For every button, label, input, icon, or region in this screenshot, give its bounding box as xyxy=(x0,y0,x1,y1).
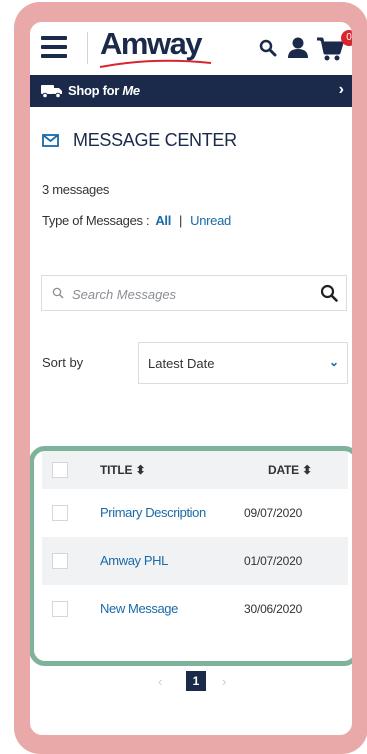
search-submit-icon[interactable] xyxy=(320,284,338,302)
page-title: MESSAGE CENTER xyxy=(73,130,237,150)
truck-icon xyxy=(41,85,62,98)
message-count: 3 messages xyxy=(42,182,110,197)
table-highlight-outline xyxy=(30,446,352,666)
search-icon[interactable] xyxy=(259,39,277,57)
shop-for-me-bar[interactable]: Shop for Me › xyxy=(30,75,352,107)
pagination: ‹ 1 › xyxy=(148,671,248,693)
chevron-right-icon[interactable]: › xyxy=(339,81,344,99)
sort-select[interactable]: Latest Date ⌄ xyxy=(138,342,348,384)
app-screen: Amway 0 Shop for Me › MESSAGE CENTER 3 m… xyxy=(30,22,352,735)
chevron-down-icon: ⌄ xyxy=(328,355,339,369)
type-label: Type of Messages : xyxy=(42,213,150,228)
amway-logo[interactable]: Amway xyxy=(100,26,203,62)
prev-page-button[interactable]: ‹ xyxy=(158,674,162,689)
account-icon[interactable] xyxy=(287,36,309,58)
next-page-button[interactable]: › xyxy=(222,674,226,689)
shop-for-me-label: Shop for Me xyxy=(68,83,140,98)
sort-by-label: Sort by xyxy=(42,355,84,370)
hamburger-menu-icon[interactable] xyxy=(41,36,67,58)
header-divider xyxy=(87,32,88,64)
cart-count-badge: 0 xyxy=(341,30,352,46)
top-header: Amway 0 xyxy=(30,22,352,74)
search-messages-box xyxy=(41,275,347,311)
sort-selected-value: Latest Date xyxy=(148,356,215,371)
message-type-filter: Type of Messages : All | Unread xyxy=(42,213,231,228)
search-field-icon xyxy=(52,287,64,299)
search-input[interactable] xyxy=(70,282,314,306)
filter-unread-link[interactable]: Unread xyxy=(190,213,231,228)
shop-for-label: Shop for xyxy=(68,83,123,98)
cart-icon[interactable] xyxy=(316,36,344,62)
envelope-icon xyxy=(42,134,59,147)
current-page-button[interactable]: 1 xyxy=(186,671,206,691)
logo-swoosh xyxy=(99,59,212,68)
filter-separator: | xyxy=(179,213,183,228)
me-label: Me xyxy=(122,83,140,98)
filter-all-link[interactable]: All xyxy=(155,213,171,228)
